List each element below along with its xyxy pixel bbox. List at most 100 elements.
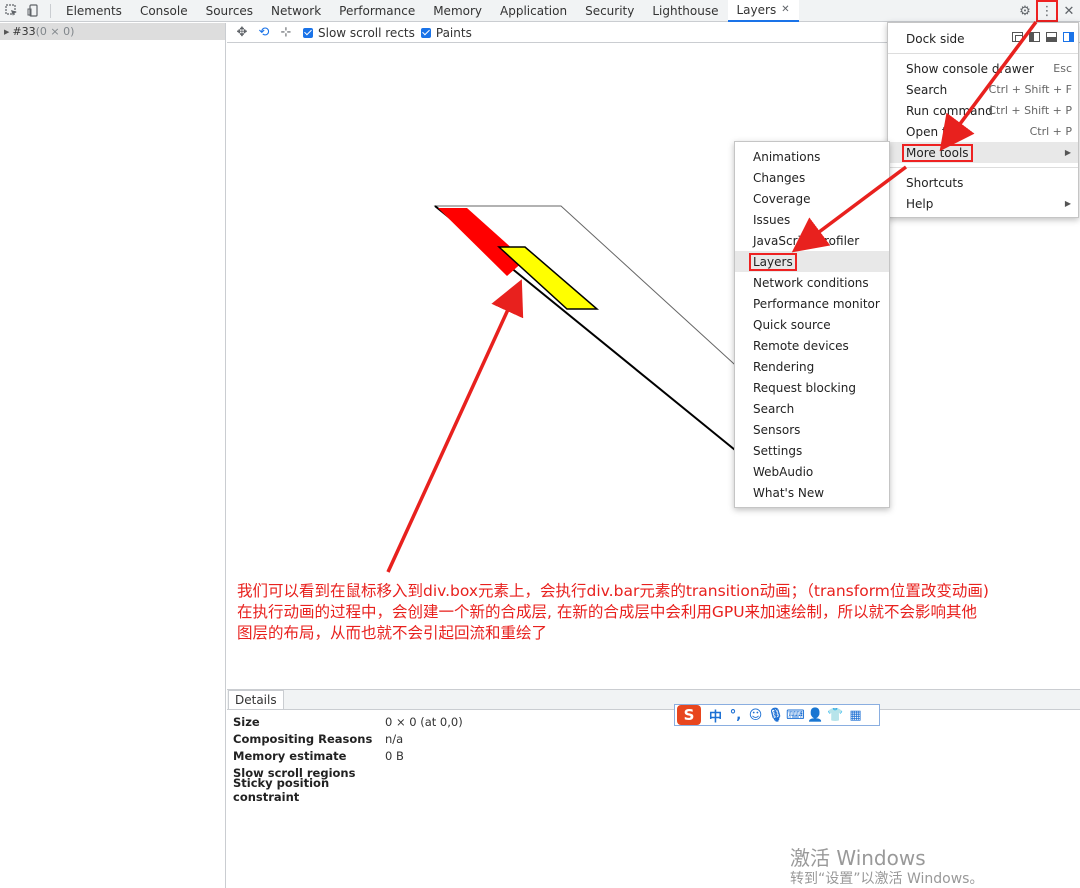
sogou-logo-icon[interactable]: S bbox=[677, 705, 701, 725]
submenu-item-sensors[interactable]: Sensors bbox=[735, 419, 889, 440]
menu-item-help[interactable]: Help ▶ bbox=[888, 193, 1078, 214]
menu-item-more-tools[interactable]: More tools ▶ bbox=[888, 142, 1078, 163]
microphone-icon[interactable]: 🎙 bbox=[767, 706, 784, 724]
submenu-item-webaudio[interactable]: WebAudio bbox=[735, 461, 889, 482]
tab-label: Layers bbox=[736, 2, 777, 17]
kebab-menu-icon[interactable]: ⋮ bbox=[1036, 0, 1058, 22]
submenu-item-coverage[interactable]: Coverage bbox=[735, 188, 889, 209]
submenu-arrow-icon: ▶ bbox=[1064, 148, 1071, 157]
submenu-item-remote-devices[interactable]: Remote devices bbox=[735, 335, 889, 356]
tab-network[interactable]: Network bbox=[262, 0, 330, 22]
reset-transform-icon[interactable]: ⊹ bbox=[275, 24, 297, 42]
tab-sources[interactable]: Sources bbox=[197, 0, 262, 22]
menu-item-open-file[interactable]: Open file Ctrl + P bbox=[888, 121, 1078, 142]
menu-item-label: Show console drawer bbox=[906, 61, 1034, 76]
dock-bottom-icon[interactable] bbox=[1046, 32, 1057, 42]
menu-item-shortcut: Ctrl + P bbox=[1029, 125, 1072, 138]
menu-item-label: Run command bbox=[906, 103, 993, 118]
menu-item-shortcuts[interactable]: Shortcuts bbox=[888, 172, 1078, 193]
paints-checkbox[interactable]: Paints bbox=[420, 25, 472, 40]
dock-side-options bbox=[1012, 32, 1074, 42]
details-panel: Size 0 × 0 (at 0,0) Compositing Reasons n/a… bbox=[227, 711, 1080, 888]
menu-item-label: Open file bbox=[906, 124, 961, 139]
submenu-item-label: Search bbox=[753, 401, 795, 416]
tab-elements[interactable]: Elements bbox=[57, 0, 131, 22]
details-row: Sticky position constraint bbox=[233, 776, 1074, 804]
submenu-item-label: WebAudio bbox=[753, 464, 814, 479]
tab-performance[interactable]: Performance bbox=[330, 0, 424, 22]
submenu-item-layers[interactable]: Layers bbox=[735, 251, 889, 272]
submenu-item-rendering[interactable]: Rendering bbox=[735, 356, 889, 377]
submenu-item-label: Settings bbox=[753, 443, 803, 458]
checkbox-checked-icon[interactable] bbox=[420, 27, 431, 38]
help-label: Help bbox=[906, 196, 934, 211]
undock-icon[interactable] bbox=[1012, 32, 1023, 42]
menu-item-shortcut: Ctrl + Shift + F bbox=[988, 83, 1072, 96]
dock-right-icon[interactable] bbox=[1063, 32, 1074, 42]
close-devtools-icon[interactable]: ✕ bbox=[1058, 0, 1080, 22]
submenu-item-performance-monitor[interactable]: Performance monitor bbox=[735, 293, 889, 314]
tab-security[interactable]: Security bbox=[576, 0, 643, 22]
submenu-item-search[interactable]: Search bbox=[735, 398, 889, 419]
tab-details[interactable]: Details bbox=[228, 690, 284, 709]
slow-scroll-rects-label: Slow scroll rects bbox=[318, 25, 415, 40]
checkbox-checked-icon[interactable] bbox=[303, 27, 313, 38]
menu-item-shortcut: Ctrl + Shift + P bbox=[988, 104, 1072, 117]
menu-item-search[interactable]: Search Ctrl + Shift + F bbox=[888, 79, 1078, 100]
tab-label: Performance bbox=[339, 3, 416, 18]
paints-label: Paints bbox=[435, 25, 472, 40]
annotation-line: 我们可以看到在鼠标移入到div.box元素上，会执行div.bar元素的tran… bbox=[237, 582, 989, 600]
submenu-item-javascript-profiler[interactable]: JavaScript Profiler bbox=[735, 230, 889, 251]
tab-application[interactable]: Application bbox=[491, 0, 576, 22]
menu-item-run-command[interactable]: Run command Ctrl + Shift + P bbox=[888, 100, 1078, 121]
tab-lighthouse[interactable]: Lighthouse bbox=[643, 0, 727, 22]
details-row: Memory estimate 0 B bbox=[233, 747, 1074, 764]
main-menu-items: Show console drawer Esc Search Ctrl + Shift… bbox=[888, 58, 1078, 142]
submenu-item-quick-source[interactable]: Quick source bbox=[735, 314, 889, 335]
submenu-item-animations[interactable]: Animations bbox=[735, 146, 889, 167]
submenu-item-changes[interactable]: Changes bbox=[735, 167, 889, 188]
submenu-item-what-s-new[interactable]: What's New bbox=[735, 482, 889, 503]
submenu-item-settings[interactable]: Settings bbox=[735, 440, 889, 461]
inspect-element-icon[interactable] bbox=[0, 0, 22, 22]
details-row: Compositing Reasons n/a bbox=[233, 730, 1074, 747]
details-value: 0 × 0 (at 0,0) bbox=[385, 714, 463, 729]
expand-triangle-icon[interactable]: ▶ bbox=[4, 28, 9, 36]
submenu-item-label: Quick source bbox=[753, 317, 831, 332]
skin-shirt-icon[interactable]: 👕 bbox=[827, 706, 844, 724]
tab-label: Security bbox=[585, 3, 635, 18]
emoji-icon[interactable]: ☺ bbox=[747, 706, 764, 724]
submenu-item-label: Network conditions bbox=[753, 275, 869, 290]
keyboard-icon[interactable]: ⌨ bbox=[786, 706, 805, 724]
submenu-item-label: Request blocking bbox=[753, 380, 856, 395]
tab-label: Memory bbox=[433, 3, 483, 18]
submenu-item-label: Animations bbox=[753, 149, 821, 164]
submenu-item-label: Performance monitor bbox=[753, 296, 880, 311]
ime-toolbar: S 中 °, ☺ 🎙 ⌨ 👤 👕 ▦ bbox=[674, 704, 880, 726]
tab-layers[interactable]: Layers ✕ bbox=[727, 0, 799, 22]
menu-separator bbox=[888, 53, 1078, 54]
details-label: Compositing Reasons bbox=[233, 731, 373, 746]
close-tab-icon[interactable]: ✕ bbox=[781, 4, 789, 15]
submenu-item-issues[interactable]: Issues bbox=[735, 209, 889, 230]
ime-mode-indicator[interactable]: 中 bbox=[707, 706, 724, 725]
dock-side-row: Dock side bbox=[888, 28, 1078, 49]
settings-gear-icon[interactable]: ⚙ bbox=[1014, 0, 1036, 22]
dock-left-icon[interactable] bbox=[1029, 32, 1040, 42]
details-label: Memory estimate bbox=[233, 748, 347, 763]
layer-tree-row[interactable]: ▶ #33 (0 × 0) bbox=[0, 23, 225, 40]
windows-activation-hint: 转到“设置”以激活 Windows。 bbox=[790, 871, 984, 887]
tab-memory[interactable]: Memory bbox=[424, 0, 491, 22]
toolbox-grid-icon[interactable]: ▦ bbox=[847, 706, 864, 724]
submenu-item-network-conditions[interactable]: Network conditions bbox=[735, 272, 889, 293]
user-icon[interactable]: 👤 bbox=[807, 706, 824, 724]
menu-item-show-console-drawer[interactable]: Show console drawer Esc bbox=[888, 58, 1078, 79]
submenu-arrow-icon: ▶ bbox=[1064, 199, 1071, 208]
slow-scroll-rects-checkbox[interactable]: Slow scroll rects bbox=[303, 26, 415, 40]
ime-punctuation-indicator[interactable]: °, bbox=[727, 706, 744, 724]
pan-mode-icon[interactable]: ✥ bbox=[231, 24, 253, 42]
submenu-item-request-blocking[interactable]: Request blocking bbox=[735, 377, 889, 398]
rotate-mode-icon[interactable]: ⟲ bbox=[253, 24, 275, 42]
tab-console[interactable]: Console bbox=[131, 0, 197, 22]
device-toolbar-icon[interactable] bbox=[22, 0, 44, 22]
